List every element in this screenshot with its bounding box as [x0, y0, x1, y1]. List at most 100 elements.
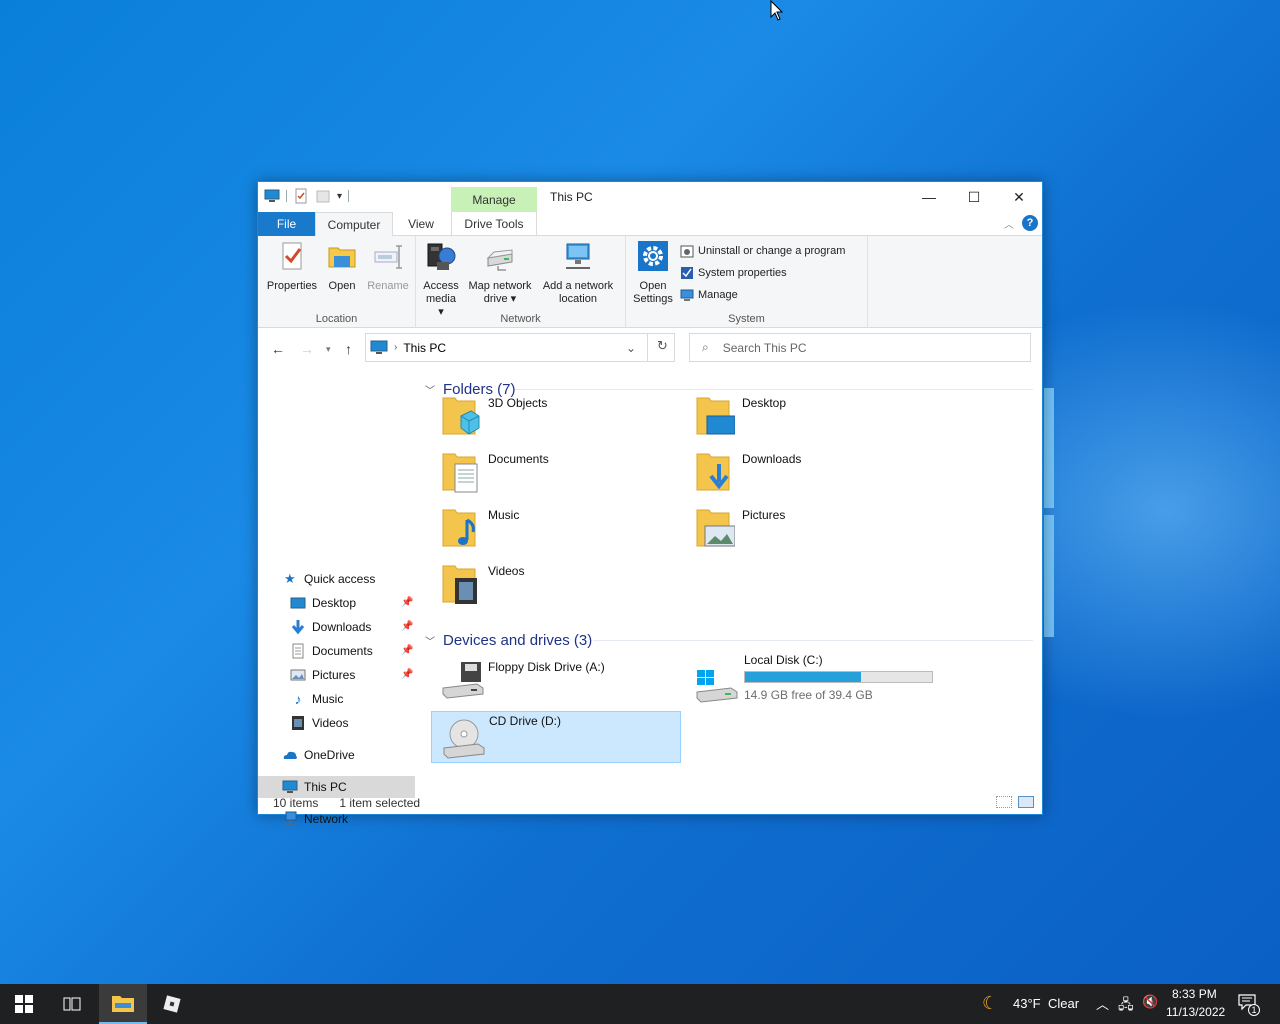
network-status-icon[interactable]: 🖧 — [1118, 994, 1134, 1018]
desktop-glow-bar — [1044, 388, 1054, 508]
search-input[interactable]: ⌕ Search This PC — [689, 333, 1031, 362]
sidebar-item-desktop[interactable]: Desktop 📌 — [258, 592, 415, 614]
section-divider — [515, 389, 1033, 390]
start-button[interactable] — [0, 984, 48, 1024]
ribbon: Properties Open Rename Location Access m… — [258, 236, 1042, 328]
add-network-location-button[interactable]: Add a network location — [538, 240, 618, 306]
large-icons-view-icon[interactable] — [1018, 796, 1034, 808]
folder-label: Music — [488, 508, 520, 522]
show-hidden-icons-chevron-icon[interactable]: ︿ — [1096, 994, 1109, 1013]
folder-tile-pictures[interactable]: Pictures — [685, 506, 935, 558]
clock-time[interactable]: 8:33 PM — [1172, 987, 1217, 1001]
mouse-cursor-icon — [770, 0, 784, 21]
sidebar-item-music[interactable]: ♪ Music — [258, 688, 415, 710]
help-icon[interactable]: ? — [1022, 215, 1038, 231]
manage-context-tab[interactable]: Manage — [451, 187, 537, 212]
volume-muted-icon[interactable]: 🔇 — [1142, 994, 1158, 1010]
sidebar-label-pictures: Pictures — [312, 668, 356, 682]
system-properties-button[interactable]: System properties — [680, 266, 787, 280]
search-placeholder: Search This PC — [722, 340, 807, 355]
manage-button[interactable]: Manage — [680, 288, 738, 302]
sidebar-item-downloads[interactable]: Downloads 📌 — [258, 616, 415, 638]
forward-arrow-icon[interactable]: → — [300, 341, 314, 357]
properties-button[interactable]: Properties — [264, 240, 320, 293]
roblox-taskbar-button[interactable] — [148, 984, 196, 1024]
collapse-ribbon-icon[interactable]: ︿ — [1004, 216, 1014, 231]
title-bar[interactable]: ▾ Manage This PC — ☐ ✕ — [258, 182, 1042, 212]
properties-icon[interactable] — [293, 188, 309, 204]
folder-tile-desktop[interactable]: Desktop — [685, 394, 935, 446]
refresh-button[interactable]: ↻ — [647, 333, 675, 362]
minimize-button[interactable]: — — [906, 182, 952, 212]
navigation-pane: ★ Quick access Desktop 📌 Downloads 📌 Doc… — [258, 368, 418, 826]
details-view-icon[interactable] — [996, 796, 1012, 808]
file-explorer-icon — [112, 996, 134, 1012]
folder-tile-3d-objects[interactable]: 3D Objects — [431, 394, 681, 446]
ribbon-group-location: Properties Open Rename Location — [258, 236, 416, 328]
up-arrow-icon[interactable]: ↑ — [345, 341, 352, 357]
sidebar-item-onedrive[interactable]: OneDrive — [258, 744, 415, 766]
file-explorer-taskbar-button[interactable] — [99, 984, 147, 1024]
address-path: This PC — [403, 340, 447, 355]
address-dropdown-icon[interactable]: ⌄ — [626, 341, 636, 355]
disk-usage-bar — [744, 671, 933, 683]
quick-access-toolbar: ▾ — [264, 188, 350, 204]
uninstall-program-label: Uninstall or change a program — [698, 245, 846, 257]
drive-tile-cd[interactable]: CD Drive (D:) — [431, 711, 681, 763]
sidebar-item-quick-access[interactable]: ★ Quick access — [258, 568, 415, 590]
windows-logo-icon — [15, 995, 33, 1013]
documents-icon — [292, 643, 304, 659]
tab-computer[interactable]: Computer — [315, 212, 393, 237]
task-view-button[interactable] — [48, 984, 96, 1024]
tab-file[interactable]: File — [258, 212, 315, 236]
open-folder-icon — [328, 247, 356, 268]
folder-tile-documents[interactable]: Documents — [431, 450, 681, 502]
ribbon-right-controls: ︿ ? — [1004, 215, 1038, 231]
weather-temp[interactable]: 43°F — [1013, 996, 1041, 1011]
folder-tile-downloads[interactable]: Downloads — [685, 450, 935, 502]
drive-tile-local-disk[interactable]: Local Disk (C:) 14.9 GB free of 39.4 GB — [685, 653, 945, 710]
disk-usage-fill — [745, 672, 861, 682]
folder-tile-videos[interactable]: Videos — [431, 562, 681, 614]
customize-toolbar-icon[interactable]: ▾ — [337, 191, 342, 202]
map-network-drive-icon — [486, 249, 513, 271]
folder-label: Desktop — [742, 396, 787, 410]
downloads-icon — [291, 620, 305, 635]
map-network-drive-button[interactable]: Map network drive ▾ — [464, 240, 536, 306]
system-properties-icon — [681, 267, 693, 279]
moon-weather-icon[interactable]: ☾ — [982, 993, 998, 1014]
weather-condition[interactable]: Clear — [1048, 996, 1079, 1011]
folder-tile-music[interactable]: Music — [431, 506, 681, 558]
open-button[interactable]: Open — [324, 240, 360, 293]
open-settings-button[interactable]: Open Settings — [630, 240, 676, 306]
breadcrumb-chevron-icon[interactable]: › — [394, 342, 397, 353]
new-folder-icon[interactable] — [315, 188, 331, 204]
tab-view[interactable]: View — [395, 212, 447, 236]
back-arrow-icon[interactable]: ← — [271, 341, 285, 357]
access-media-button[interactable]: Access media ▾ — [422, 240, 460, 319]
desktop-folder-icon — [696, 397, 735, 435]
maximize-button[interactable]: ☐ — [951, 182, 997, 212]
sidebar-item-pictures[interactable]: Pictures 📌 — [258, 664, 415, 686]
uninstall-program-button[interactable]: Uninstall or change a program — [680, 244, 845, 258]
recent-locations-icon[interactable]: ▾ — [326, 344, 331, 355]
this-pc-icon[interactable] — [264, 188, 280, 204]
clock-date[interactable]: 11/13/2022 — [1166, 1005, 1225, 1019]
pin-icon: 📌 — [401, 597, 414, 608]
devices-section-header[interactable]: ﹀ Devices and drives (3) — [425, 629, 592, 651]
address-bar[interactable]: › This PC ⌄ — [365, 333, 675, 362]
sidebar-label-quick-access: Quick access — [304, 572, 376, 586]
drive-tile-floppy[interactable]: Floppy Disk Drive (A:) — [431, 658, 681, 710]
tab-drive-tools[interactable]: Drive Tools — [451, 212, 537, 236]
system-group-label: System — [728, 313, 765, 325]
sidebar-item-videos[interactable]: Videos — [258, 712, 415, 734]
manage-label: Manage — [698, 289, 738, 301]
chevron-down-icon: ﹀ — [425, 636, 435, 648]
desktop-icon — [290, 597, 306, 609]
close-button[interactable]: ✕ — [996, 182, 1042, 212]
action-center-button[interactable]: 1 — [1238, 994, 1260, 1016]
sidebar-item-documents[interactable]: Documents 📌 — [258, 640, 415, 662]
sidebar-label-music: Music — [312, 692, 344, 706]
rename-button[interactable]: Rename — [364, 240, 412, 293]
videos-icon — [292, 716, 304, 730]
